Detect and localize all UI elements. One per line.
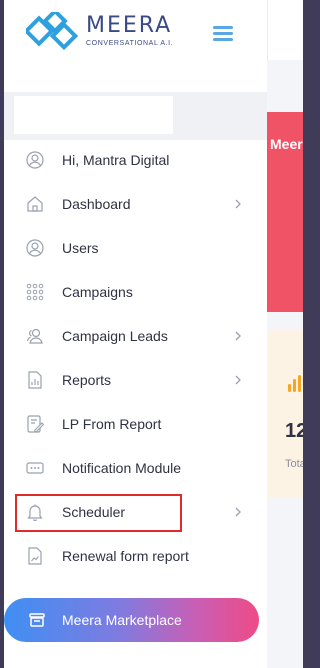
sidebar-item-notification-module[interactable]: Notification Module xyxy=(4,446,267,490)
message-icon xyxy=(26,462,44,474)
sidebar-item-label: Users xyxy=(62,240,99,256)
sidebar-item-label: Renewal form report xyxy=(62,548,189,564)
sidebar-item-lp-from-report[interactable]: LP From Report xyxy=(4,402,267,446)
report-icon xyxy=(28,371,42,389)
marketplace-label: Meera Marketplace xyxy=(62,612,182,628)
sidebar-item-label: Reports xyxy=(62,372,112,388)
sidebar-item-label: Campaigns xyxy=(62,284,133,300)
meera-marketplace-button[interactable]: Meera Marketplace xyxy=(4,598,259,642)
top-header-bar xyxy=(267,0,303,60)
user-circle-icon xyxy=(26,239,44,257)
sidebar-item-scheduler[interactable]: Scheduler xyxy=(4,490,267,534)
sidebar-item-label: Notification Module xyxy=(62,460,182,476)
sidebar-nav: Hi, Mantra Digital Dashboard Users Campa… xyxy=(4,138,267,578)
chevron-right-icon xyxy=(235,507,241,517)
sidebar-item-campaigns[interactable]: Campaigns xyxy=(4,270,267,314)
chevron-right-icon xyxy=(235,331,241,341)
sidebar-item-label: Dashboard xyxy=(62,196,131,212)
banner-title: Meera xyxy=(270,136,303,152)
sidebar-item-reports[interactable]: Reports xyxy=(4,358,267,402)
logo-area: MEERA CONVERSATIONAL A.I. xyxy=(4,0,267,92)
sidebar-item-label: LP From Report xyxy=(62,416,162,432)
hamburger-menu-icon[interactable] xyxy=(213,26,233,42)
app-frame: MEERA CONVERSATIONAL A.I. Hi, Mantra Dig… xyxy=(4,0,303,668)
welcome-banner: Meera xyxy=(267,112,303,312)
sidebar-search-area xyxy=(4,92,267,140)
user-circle-icon xyxy=(26,151,44,169)
form-edit-icon xyxy=(27,415,44,433)
sidebar-item-profile[interactable]: Hi, Mantra Digital xyxy=(4,138,267,182)
brand-logo-text: MEERA CONVERSATIONAL A.I. xyxy=(86,13,174,48)
sidebar-item-renewal-form-report[interactable]: Renewal form report xyxy=(4,534,267,578)
chevron-right-icon xyxy=(235,199,241,209)
sidebar-item-users[interactable]: Users xyxy=(4,226,267,270)
stat-value: 12 xyxy=(285,420,303,442)
sidebar-item-campaign-leads[interactable]: Campaign Leads xyxy=(4,314,267,358)
sidebar-item-dashboard[interactable]: Dashboard xyxy=(4,182,267,226)
sidebar: MEERA CONVERSATIONAL A.I. Hi, Mantra Dig… xyxy=(4,0,267,668)
chevron-right-icon xyxy=(235,375,241,385)
home-icon xyxy=(27,196,43,212)
chart-file-icon xyxy=(28,547,42,565)
sidebar-item-label: Scheduler xyxy=(62,504,126,520)
bar-chart-icon xyxy=(288,375,301,392)
sidebar-item-label: Hi, Mantra Digital xyxy=(62,152,170,168)
store-icon xyxy=(29,613,45,627)
users-icon xyxy=(26,328,43,344)
brand-tagline: CONVERSATIONAL A.I. xyxy=(86,40,174,47)
sidebar-search-input[interactable] xyxy=(14,96,173,134)
meera-logo-icon xyxy=(26,12,78,51)
brand-name: MEERA xyxy=(86,13,173,38)
sidebar-item-label: Campaign Leads xyxy=(62,328,168,344)
stat-card[interactable]: 12 Total xyxy=(267,330,303,498)
grid-dots-icon xyxy=(26,283,44,301)
bell-icon xyxy=(27,504,43,521)
stat-label: Total xyxy=(285,458,303,470)
